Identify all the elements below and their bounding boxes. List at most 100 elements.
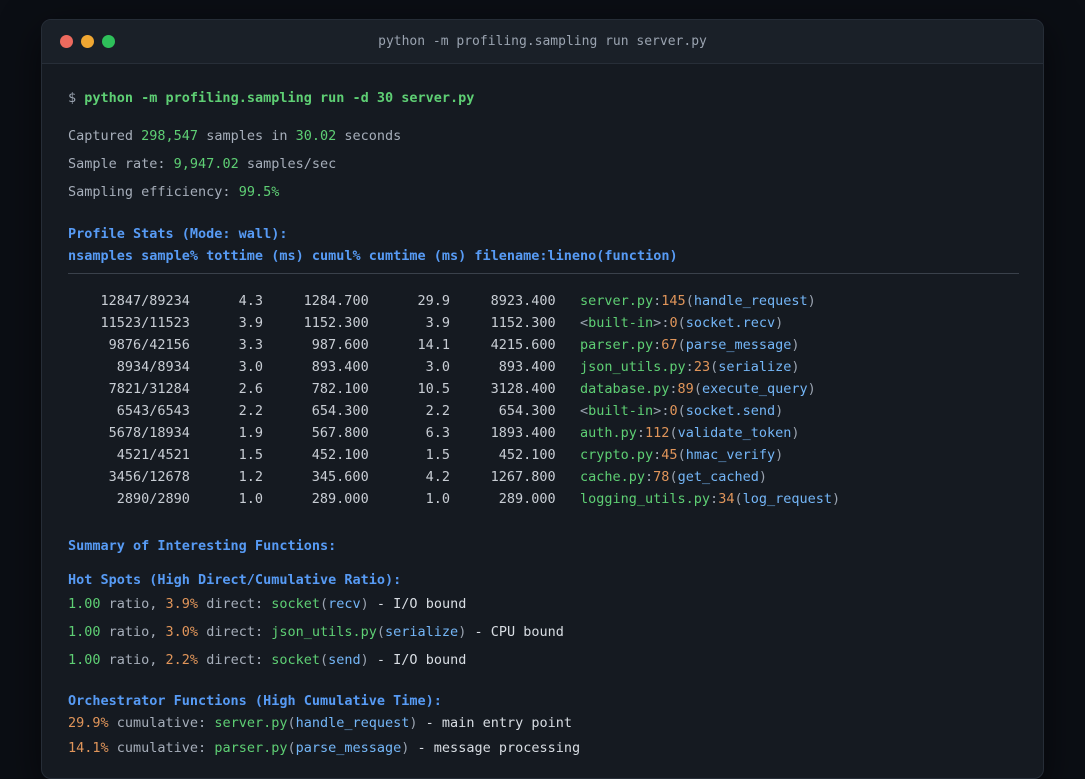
paren: ( [669, 425, 678, 441]
stats-table-row: 2890/2890 1.0 289.000 1.0 289.000 logging_uti… [68, 488, 1019, 510]
function-name: send [328, 652, 361, 668]
cumtime-value: 1267.800 [490, 469, 556, 485]
cumul-pct-value: 1.5 [425, 447, 450, 463]
sample-pct-value: 4.3 [238, 293, 264, 309]
zoom-button[interactable] [102, 35, 115, 48]
tottime-value: 289.000 [311, 491, 369, 507]
cumul-pct-value: 10.5 [417, 381, 450, 397]
cumtime-value: 1152.300 [490, 315, 556, 331]
ratio-label: ratio, [100, 596, 166, 612]
cumul-pct-value: 14.1 [417, 337, 450, 353]
captured-middle: samples in [206, 128, 288, 144]
paren: ) [409, 715, 418, 731]
hot-spot-row: 1.00 ratio, 2.2% direct: socket(send) - … [68, 646, 1019, 674]
hot-spots-title: Hot Spots (High Direct/Cumulative Ratio)… [68, 572, 402, 588]
nsamples-value: 3456/12678 [108, 469, 190, 485]
sample-rate-line: Sample rate: 9,947.02 samples/sec [68, 154, 1019, 174]
captured-line: Captured 298,547 samples in 30.02 second… [68, 126, 1019, 146]
orchestrator-row: 29.9% cumulative: server.py(handle_reque… [68, 711, 1019, 736]
file-name: crypto.py [580, 447, 654, 463]
paren: ( [320, 652, 329, 668]
file-name: json_utils.py [580, 359, 686, 375]
direct-label: direct: [198, 624, 272, 640]
sample-pct-value: 1.9 [238, 425, 264, 441]
stats-table-row: 12847/89234 4.3 1284.700 29.9 8923.400 server… [68, 290, 1019, 312]
function-name: handle_request [295, 715, 410, 731]
location: auth.py:112(validate_token) [580, 425, 800, 441]
sample-pct-value: 1.5 [238, 447, 264, 463]
cumtime-value: 289.000 [498, 491, 556, 507]
nsamples-value: 7821/31284 [108, 381, 190, 397]
target-name: socket [271, 652, 320, 668]
hot-spot-row: 1.00 ratio, 3.9% direct: socket(recv) - … [68, 590, 1019, 618]
stats-table-row: 11523/11523 3.9 1152.300 3.9 1152.300 <built-… [68, 312, 1019, 334]
efficiency-line: Sampling efficiency: 99.5% [68, 182, 1019, 202]
cumulative-pct-value: 29.9% [68, 715, 109, 731]
minimize-button[interactable] [81, 35, 94, 48]
stats-table-row: 8934/8934 3.0 893.400 3.0 893.400 json_utils.… [68, 356, 1019, 378]
paren: ( [287, 740, 296, 756]
function-name: execute_query [701, 381, 808, 397]
line-number: 145 [661, 293, 686, 309]
line-number: 0 [669, 315, 678, 331]
cumulative-label: cumulative: [108, 715, 215, 731]
sample-rate-label: Sample rate: [68, 156, 166, 172]
nsamples-value: 6543/6543 [116, 403, 190, 419]
colon: : [669, 381, 678, 397]
location: parser.py:67(parse_message) [580, 337, 800, 353]
bound-note: - I/O bound [368, 596, 467, 612]
line-number: 34 [718, 491, 735, 507]
colon: : [636, 425, 646, 441]
stats-table-row: 7821/31284 2.6 782.100 10.5 3128.400 database… [68, 378, 1019, 400]
line-number: 23 [693, 359, 711, 375]
terminal-content[interactable]: $ python -m profiling.sampling run -d 30… [42, 64, 1043, 761]
paren: ) [775, 315, 784, 331]
paren: ) [775, 403, 784, 419]
close-button[interactable] [60, 35, 73, 48]
cumul-pct-value: 2.2 [425, 403, 450, 419]
traffic-lights [60, 35, 115, 48]
terminal-window: python -m profiling.sampling run server.… [41, 19, 1044, 779]
file-name: parser.py [580, 337, 654, 353]
paren: ( [320, 596, 329, 612]
function-name: serialize [385, 624, 459, 640]
command-text: python -m profiling.sampling run -d 30 s… [84, 90, 475, 106]
nsamples-value: 12847/89234 [100, 293, 190, 309]
paren: ( [677, 447, 686, 463]
orchestrators-title: Orchestrator Functions (High Cumulative … [68, 693, 442, 709]
cumul-pct-value: 3.0 [425, 359, 450, 375]
cumul-pct-value: 4.2 [425, 469, 450, 485]
sample-pct-value: 2.6 [238, 381, 264, 397]
function-name: socket.send [685, 403, 776, 419]
shell-prompt-line: $ python -m profiling.sampling run -d 30… [68, 88, 1019, 108]
paren: ( [677, 315, 686, 331]
line-number: 45 [661, 447, 678, 463]
target-name: socket [271, 596, 320, 612]
stats-rows: 12847/89234 4.3 1284.700 29.9 8923.400 server… [68, 290, 1019, 510]
captured-suffix: seconds [344, 128, 402, 144]
cumtime-value: 3128.400 [490, 381, 556, 397]
efficiency-label: Sampling efficiency: [68, 184, 231, 200]
function-name: get_cached [677, 469, 759, 485]
cumtime-value: 893.400 [498, 359, 556, 375]
nsamples-value: 2890/2890 [116, 491, 190, 507]
cumulative-pct-value: 14.1% [68, 740, 109, 756]
function-name: handle_request [693, 293, 808, 309]
tottime-value: 782.100 [311, 381, 369, 397]
paren: ) [791, 359, 800, 375]
line-number: 67 [661, 337, 678, 353]
location: server.py:145(handle_request) [580, 293, 816, 309]
location: json_utils.py:23(serialize) [580, 359, 800, 375]
cumtime-value: 4215.600 [490, 337, 556, 353]
orchestrator-rows: 29.9% cumulative: server.py ( handle_reque… [68, 711, 1019, 761]
colon: : [685, 359, 694, 375]
nsamples-value: 8934/8934 [116, 359, 190, 375]
location: crypto.py:45(hmac_verify) [580, 447, 783, 463]
direct-pct-value: 3.0% [165, 624, 199, 640]
stats-table-row: 9876/42156 3.3 987.600 14.1 4215.600 parser.p… [68, 334, 1019, 356]
efficiency-value: 99.5% [238, 184, 280, 200]
paren: ) [807, 381, 816, 397]
hot-spots-rows: 1.00 ratio, 3.9% direct: socket(recv) - … [68, 590, 1019, 674]
paren: ( [677, 337, 686, 353]
target-name: server.py [214, 715, 288, 731]
